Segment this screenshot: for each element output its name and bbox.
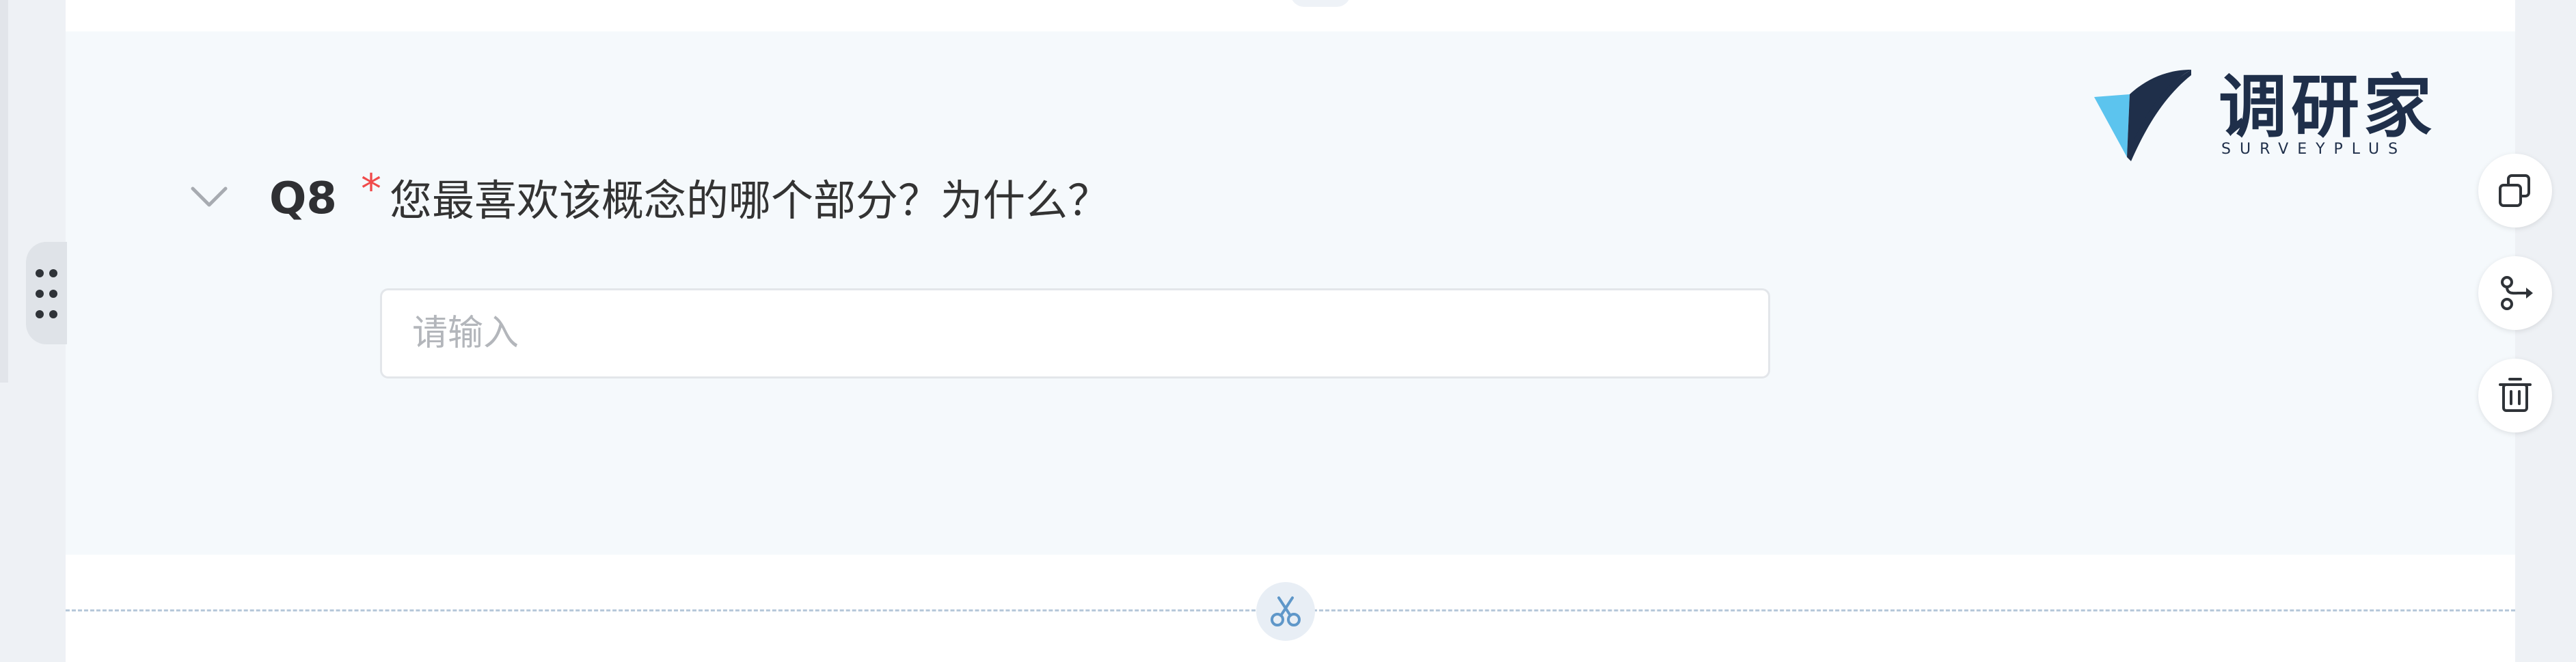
question-actions xyxy=(2478,154,2553,441)
question-card[interactable]: Q8 * 您最喜欢该概念的哪个部分？为什么？ 调研家 SURVEYPLUS xyxy=(66,31,2515,555)
page-break-area xyxy=(66,555,2515,662)
logo-mark-icon xyxy=(2094,70,2191,161)
editor-canvas: Q8 * 您最喜欢该概念的哪个部分？为什么？ 调研家 SURVEYPLUS xyxy=(66,0,2515,662)
question-title[interactable]: 您最喜欢该概念的哪个部分？为什么？ xyxy=(390,168,1110,234)
logic-jump-icon xyxy=(2501,276,2533,310)
previous-page-break-button[interactable] xyxy=(1290,0,1351,7)
logo-text-en: SURVEYPLUS xyxy=(2221,141,2407,158)
chevron-down-icon[interactable] xyxy=(187,183,231,210)
left-scroll-rail[interactable] xyxy=(0,0,8,383)
logic-jump-button[interactable] xyxy=(2478,256,2552,330)
previous-question-area xyxy=(66,0,2515,31)
copy-question-button[interactable] xyxy=(2478,154,2552,227)
required-mark: * xyxy=(361,165,381,213)
trash-icon xyxy=(2499,378,2532,412)
copy-icon xyxy=(2499,174,2530,207)
delete-question-button[interactable] xyxy=(2478,359,2552,432)
page-break-button[interactable] xyxy=(1256,582,1315,641)
drag-dots-icon[interactable] xyxy=(34,266,59,321)
scissors-icon xyxy=(1271,596,1301,626)
surveyplus-logo: 调研家 SURVEYPLUS xyxy=(2089,70,2458,165)
question-number: Q8 xyxy=(269,174,337,224)
logo-text-cn: 调研家 xyxy=(2219,67,2436,147)
survey-editor-page: Q8 * 您最喜欢该概念的哪个部分？为什么？ 调研家 SURVEYPLUS xyxy=(0,0,2576,662)
answer-input[interactable] xyxy=(380,288,1770,378)
